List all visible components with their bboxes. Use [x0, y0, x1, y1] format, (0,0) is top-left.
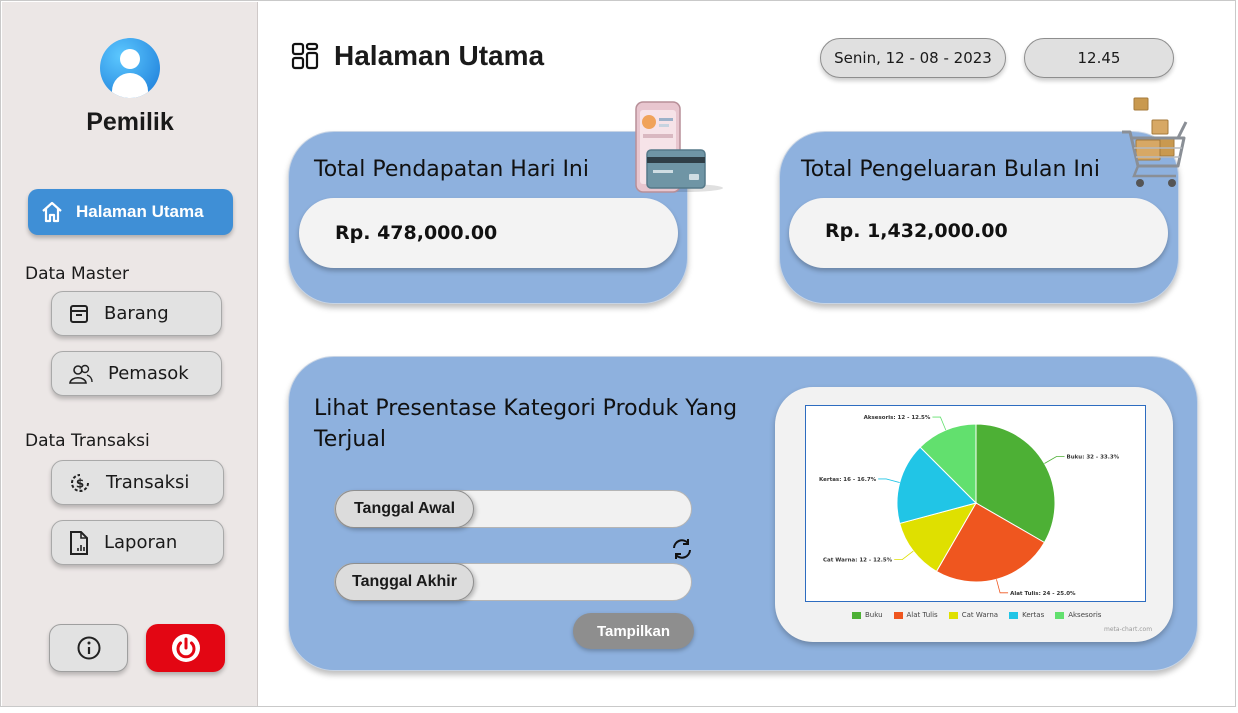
pie-label-cat-warna: Cat Warna: 12 - 12.5% — [823, 558, 893, 564]
users-icon — [68, 363, 94, 385]
info-icon — [76, 635, 102, 661]
money-cycle-icon: $ — [68, 471, 92, 495]
legend-item-aksesoris: Aksesoris — [1055, 611, 1101, 619]
sidebar-item-pemasok[interactable]: Pemasok — [51, 351, 222, 396]
shopping-cart-icon — [1116, 96, 1190, 196]
logout-button[interactable] — [146, 624, 225, 672]
legend-label: Buku — [865, 611, 883, 619]
sidebar-item-label: Halaman Utama — [76, 202, 204, 221]
pie-label-buku: Buku: 32 - 33.3% — [1067, 455, 1120, 461]
sidebar: Pemilik Halaman Utama Data Master Barang… — [2, 2, 258, 706]
date-display: Senin, 12 - 08 - 2023 — [820, 38, 1006, 78]
legend-label: Aksesoris — [1068, 611, 1102, 619]
pie-label-aksesoris: Aksesoris: 12 - 12.5% — [864, 415, 931, 421]
pie-leader-buku — [1044, 456, 1065, 464]
legend-swatch — [1055, 611, 1065, 619]
legend-swatch — [893, 611, 903, 619]
pie-label-kertas: Kertas: 16 - 16.7% — [819, 477, 877, 483]
legend-item-alat-tulis: Alat Tulis — [893, 611, 938, 619]
start-date-field[interactable]: Tanggal Awal — [334, 490, 692, 528]
legend-label: Kertas — [1022, 611, 1045, 619]
home-icon — [40, 201, 64, 223]
phone-card-payment-icon — [633, 100, 725, 200]
time-display: 12.45 — [1024, 38, 1174, 78]
end-date-field[interactable]: Tanggal Akhir — [334, 563, 692, 601]
pie-label-alat-tulis: Alat Tulis: 24 - 25.0% — [1010, 591, 1076, 597]
start-date-label: Tanggal Awal — [335, 490, 474, 528]
info-button[interactable] — [49, 624, 128, 672]
sidebar-item-laporan[interactable]: Laporan — [51, 520, 224, 565]
legend-swatch — [852, 611, 861, 619]
page-title-text: Halaman Utama — [334, 40, 545, 71]
expense-value: Rp. 1,432,000.00 — [789, 198, 1168, 268]
sidebar-item-barang[interactable]: Barang — [51, 291, 222, 336]
user-avatar-icon — [100, 38, 160, 98]
pie-leader-aksesoris — [932, 416, 947, 431]
pie-chart-frame: Buku: 32 - 33.3% Alat Tulis: 24 - 25.0% Ca… — [805, 405, 1146, 602]
sidebar-item-label: Transaksi — [106, 472, 190, 493]
report-title-line-1: Lihat Presentase Kategori Produk Yang — [314, 396, 738, 421]
sidebar-item-transaksi[interactable]: $ Transaksi — [51, 460, 224, 505]
sidebar-item-label: Pemasok — [108, 363, 189, 384]
page-title: Halaman Utama — [290, 40, 544, 72]
legend-label: Cat Warna — [961, 611, 999, 619]
dashboard-grid-icon — [290, 41, 320, 71]
sidebar-item-label: Barang — [104, 303, 169, 324]
sidebar-item-halaman-utama[interactable]: Halaman Utama — [28, 189, 233, 235]
legend-swatch — [948, 611, 958, 619]
section-label-data-master: Data Master — [25, 264, 130, 284]
legend-swatch — [1009, 611, 1019, 619]
income-value: Rp. 478,000.00 — [299, 198, 678, 268]
pie-leader-cat-warna — [894, 550, 914, 561]
sidebar-item-label: Laporan — [104, 532, 178, 553]
pie-leader-alat-tulis — [996, 579, 1009, 594]
power-icon — [170, 632, 202, 664]
refresh-icon[interactable] — [669, 537, 695, 565]
report-title: Lihat Presentase Kategori Produk Yang Te… — [314, 393, 737, 455]
legend-item-buku: Buku — [852, 611, 883, 619]
chart-credit: meta-chart.com — [1104, 626, 1153, 633]
legend-item-cat-warna: Cat Warna — [948, 611, 999, 619]
show-button[interactable]: Tampilkan — [573, 613, 694, 649]
income-card-title: Total Pendapatan Hari Ini — [314, 157, 589, 182]
report-title-line-2: Terjual — [314, 427, 386, 452]
legend-label: Alat Tulis — [906, 611, 938, 619]
end-date-label: Tanggal Akhir — [335, 563, 474, 601]
archive-box-icon — [68, 303, 90, 325]
section-label-data-transaksi: Data Transaksi — [25, 431, 150, 451]
user-role: Pemilik — [86, 108, 174, 136]
chart-legend: Buku Alat Tulis Cat Warna Kertas Aksesoris — [852, 611, 1101, 619]
pie-chart: Buku: 32 - 33.3% Alat Tulis: 24 - 25.0% Ca… — [819, 415, 1120, 597]
report-file-icon — [68, 530, 90, 556]
expense-card-title: Total Pengeluaran Bulan Ini — [801, 157, 1100, 182]
svg-text:$: $ — [76, 476, 84, 490]
pie-leader-kertas — [878, 478, 900, 483]
legend-item-kertas: Kertas — [1009, 611, 1044, 619]
